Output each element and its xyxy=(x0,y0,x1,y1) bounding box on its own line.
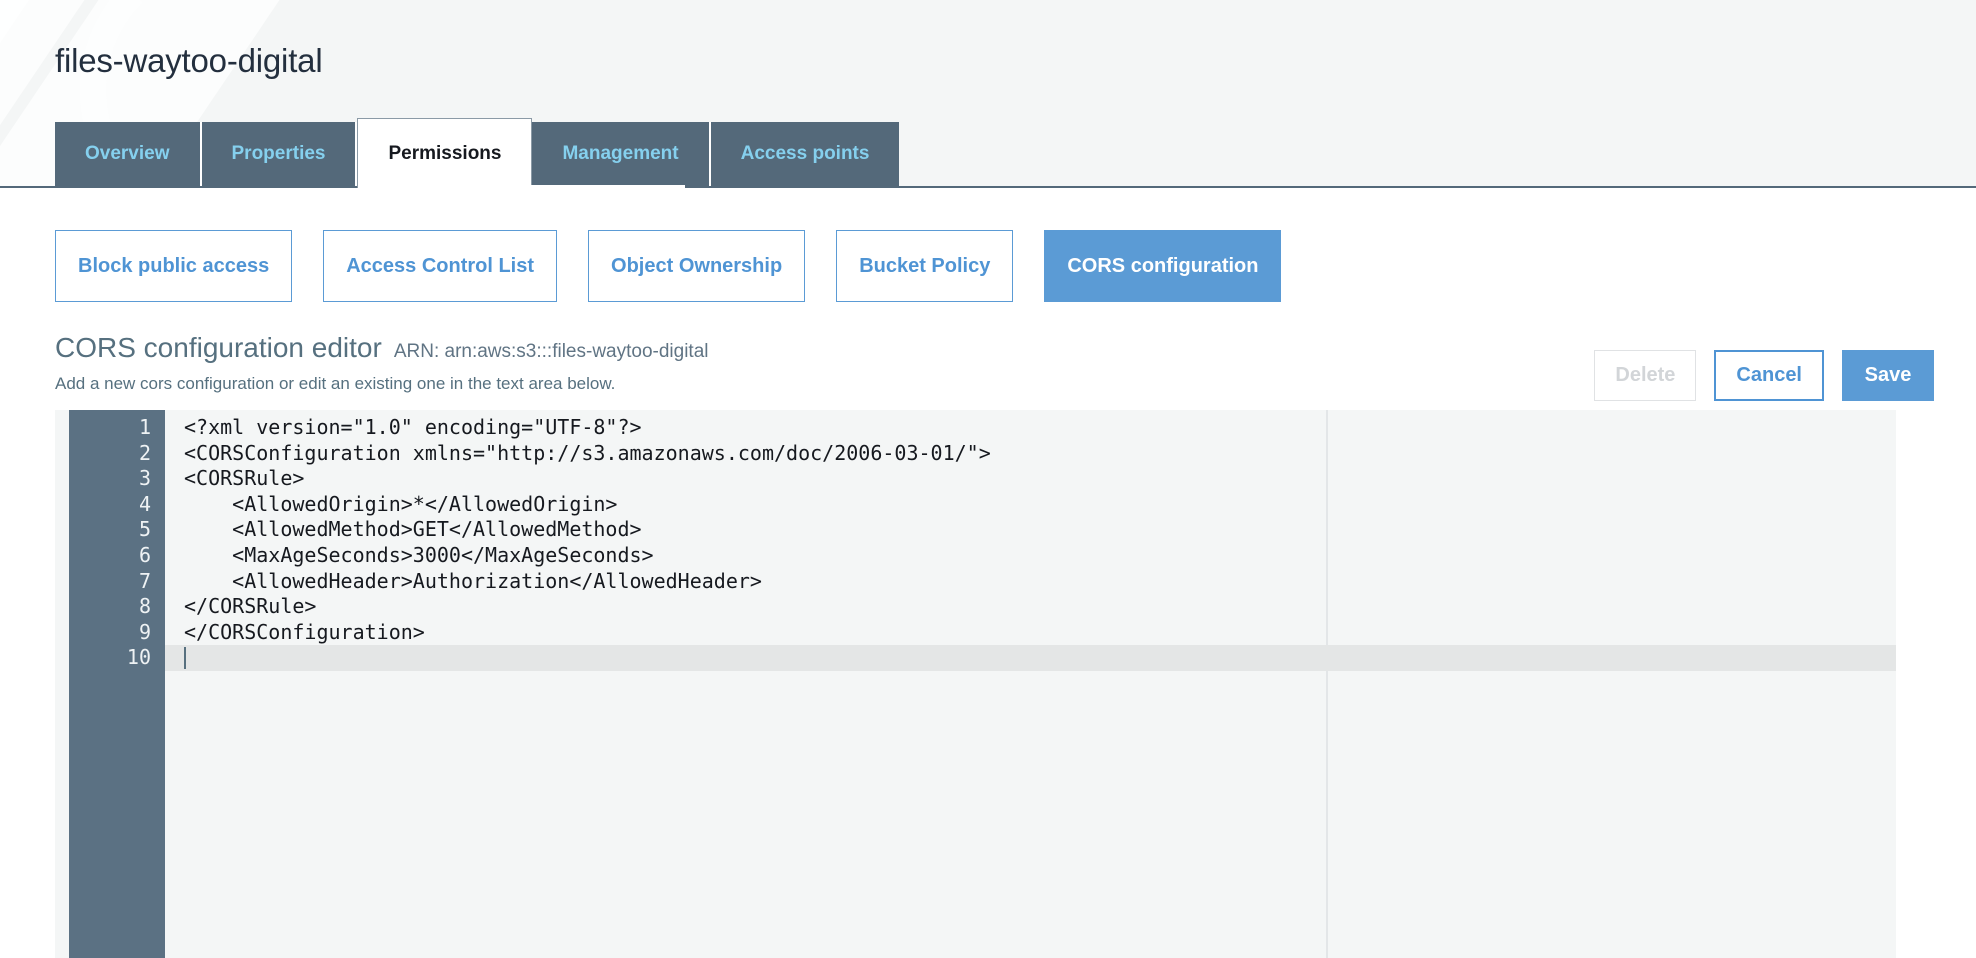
line-number: 9 xyxy=(138,619,151,644)
tab-permissions[interactable]: Permissions xyxy=(357,118,533,188)
code-line[interactable] xyxy=(165,645,1896,671)
line-number: 1 xyxy=(138,415,151,439)
tabbar-bottom-rule xyxy=(0,186,1976,188)
editor-subtitle: Add a new cors configuration or edit an … xyxy=(55,374,616,393)
code-line[interactable]: <MaxAgeSeconds>3000</MaxAgeSeconds> xyxy=(165,543,1896,569)
code-line[interactable]: <AllowedMethod>GET</AllowedMethod> xyxy=(165,517,1896,543)
code-line[interactable]: </CORSConfiguration> xyxy=(165,620,1896,646)
line-number: 10 xyxy=(126,645,151,670)
code-line[interactable]: <CORSRule> xyxy=(165,466,1896,492)
code-line[interactable]: <AllowedHeader>Authorization</AllowedHea… xyxy=(165,569,1896,595)
editor-title: CORS configuration editor xyxy=(55,332,382,363)
line-number: 5 xyxy=(138,517,151,542)
tab-properties[interactable]: Properties xyxy=(201,122,358,186)
line-number: 8 xyxy=(138,594,151,619)
line-number: 4 xyxy=(138,491,151,516)
editor-line-number-gutter: 1 2 3 4 5 6 7 8 9 10 xyxy=(69,410,165,958)
text-caret xyxy=(184,647,186,670)
code-line[interactable]: <AllowedOrigin>*</AllowedOrigin> xyxy=(165,492,1896,518)
editor-arn: ARN: arn:aws:s3:::files-waytoo-digital xyxy=(393,341,709,362)
save-button[interactable]: Save xyxy=(1842,350,1934,401)
editor-code-area[interactable]: <?xml version="1.0" encoding="UTF-8"?> <C… xyxy=(165,410,1896,958)
main-tab-bar: Overview Properties Permissions Manageme… xyxy=(55,118,900,188)
code-line[interactable]: <?xml version="1.0" encoding="UTF-8"?> xyxy=(165,415,1896,441)
subnav-block-public-access[interactable]: Block public access xyxy=(55,230,293,302)
tab-access-points[interactable]: Access points xyxy=(710,122,900,186)
editor-action-buttons: Delete Cancel Save xyxy=(1594,350,1934,401)
subnav-access-control-list[interactable]: Access Control List xyxy=(323,230,558,302)
editor-code-content[interactable]: <?xml version="1.0" encoding="UTF-8"?> <C… xyxy=(165,415,1896,671)
permissions-subnav: Block public access Access Control List … xyxy=(55,230,1282,302)
tab-overview[interactable]: Overview xyxy=(55,122,202,186)
cancel-button[interactable]: Cancel xyxy=(1714,350,1824,401)
s3-bucket-permissions-page: files-waytoo-digital Overview Properties… xyxy=(0,0,1976,958)
subnav-bucket-policy[interactable]: Bucket Policy xyxy=(836,230,1014,302)
line-number: 7 xyxy=(138,568,151,593)
tab-management[interactable]: Management xyxy=(532,122,711,186)
code-line[interactable]: </CORSRule> xyxy=(165,594,1896,620)
code-line[interactable]: <CORSConfiguration xmlns="http://s3.amaz… xyxy=(165,441,1896,467)
delete-button[interactable]: Delete xyxy=(1594,350,1697,401)
subnav-cors-configuration[interactable]: CORS configuration xyxy=(1044,230,1282,302)
subnav-object-ownership[interactable]: Object Ownership xyxy=(588,230,806,302)
page-title: files-waytoo-digital xyxy=(55,42,323,79)
line-number: 3 xyxy=(138,466,151,491)
line-number: 2 xyxy=(138,440,151,465)
line-number: 6 xyxy=(138,542,151,567)
cors-code-editor[interactable]: 1 2 3 4 5 6 7 8 9 10 <?xml version="1.0" encoding… xyxy=(55,410,1896,958)
active-tab-rule-mask xyxy=(459,185,685,189)
editor-header: CORS configuration editor ARN: arn:aws:s… xyxy=(55,332,709,364)
